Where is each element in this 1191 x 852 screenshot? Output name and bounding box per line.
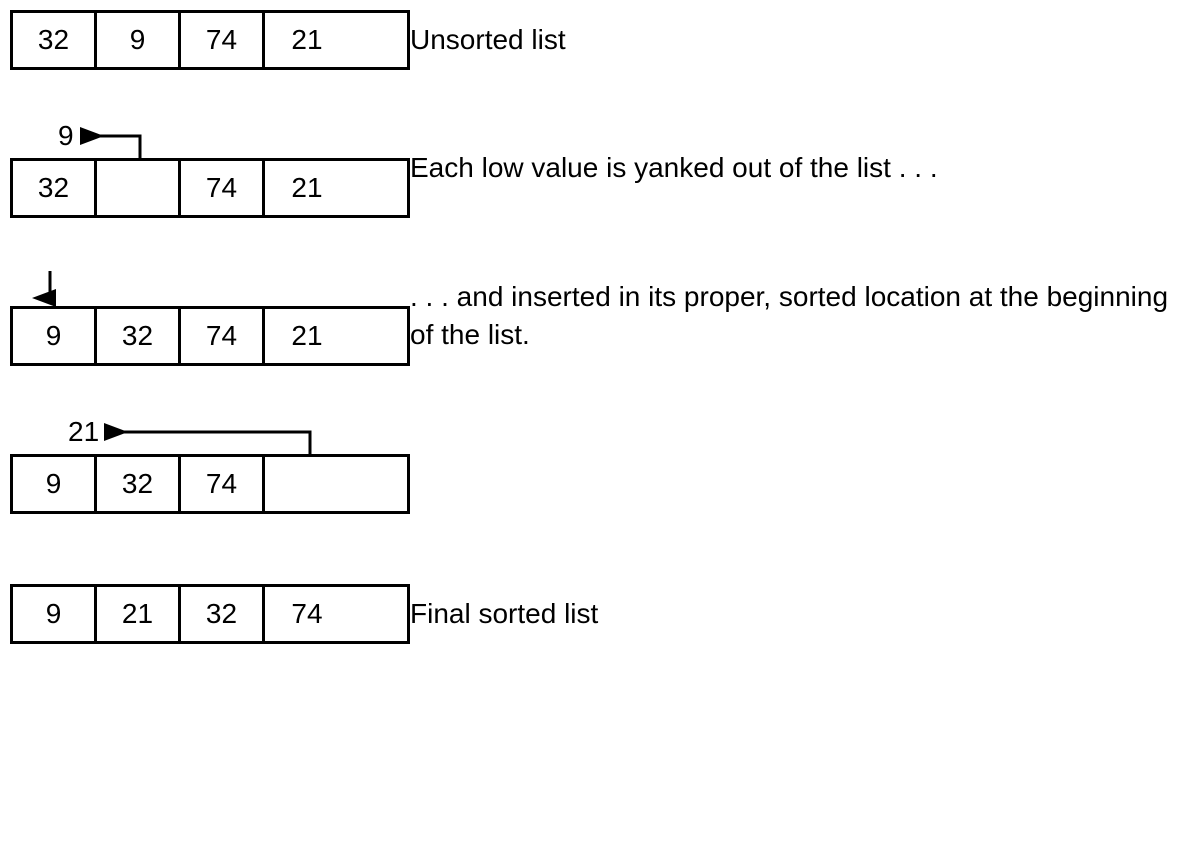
- array-cell: 74: [181, 457, 265, 511]
- diagram-col: 9 32 74 21: [10, 118, 410, 218]
- array-cell: 74: [181, 309, 265, 363]
- step-row: 32 9 74 21 Unsorted list: [10, 10, 1181, 70]
- step-description: Final sorted list: [410, 595, 598, 633]
- step-row: 9 21 32 74 Final sorted list: [10, 584, 1181, 644]
- array-box: 32 9 74 21: [10, 10, 410, 70]
- step-row: 9 32 74 21 Each low value is yanked out …: [10, 118, 1181, 218]
- step-description: Unsorted list: [410, 21, 566, 59]
- array-cell: 9: [13, 309, 97, 363]
- array-box: 9 32 74 21: [10, 306, 410, 366]
- arrow-icon: [10, 118, 210, 158]
- yank-annotation: 21: [10, 414, 410, 454]
- array-cell: 9: [13, 587, 97, 641]
- array-cell: 21: [265, 161, 349, 215]
- diagram-col: 9 32 74 21: [10, 266, 410, 366]
- yank-annotation: 9: [10, 118, 410, 158]
- array-box: 9 32 74: [10, 454, 410, 514]
- array-cell: 21: [265, 13, 349, 67]
- insert-annotation: [10, 266, 410, 306]
- diagram-col: 9 21 32 74: [10, 584, 410, 644]
- array-cell: [265, 457, 349, 511]
- array-cell: [97, 161, 181, 215]
- array-cell: 32: [13, 161, 97, 215]
- step-row: 21 9 32 74: [10, 414, 1181, 514]
- diagram-col: 32 9 74 21: [10, 10, 410, 70]
- array-cell: 32: [13, 13, 97, 67]
- array-box: 32 74 21: [10, 158, 410, 218]
- step-description: Each low value is yanked out of the list…: [410, 149, 938, 187]
- arrow-icon: [10, 266, 90, 306]
- array-cell: 21: [97, 587, 181, 641]
- array-cell: 74: [181, 13, 265, 67]
- array-box: 9 21 32 74: [10, 584, 410, 644]
- arrow-icon: [10, 414, 350, 454]
- array-cell: 32: [97, 457, 181, 511]
- array-cell: 32: [181, 587, 265, 641]
- diagram-col: 21 9 32 74: [10, 414, 410, 514]
- array-cell: 9: [97, 13, 181, 67]
- step-row: 9 32 74 21 . . . and inserted in its pro…: [10, 266, 1181, 366]
- array-cell: 21: [265, 309, 349, 363]
- array-cell: 32: [97, 309, 181, 363]
- array-cell: 9: [13, 457, 97, 511]
- array-cell: 74: [181, 161, 265, 215]
- step-description: . . . and inserted in its proper, sorted…: [410, 278, 1170, 354]
- array-cell: 74: [265, 587, 349, 641]
